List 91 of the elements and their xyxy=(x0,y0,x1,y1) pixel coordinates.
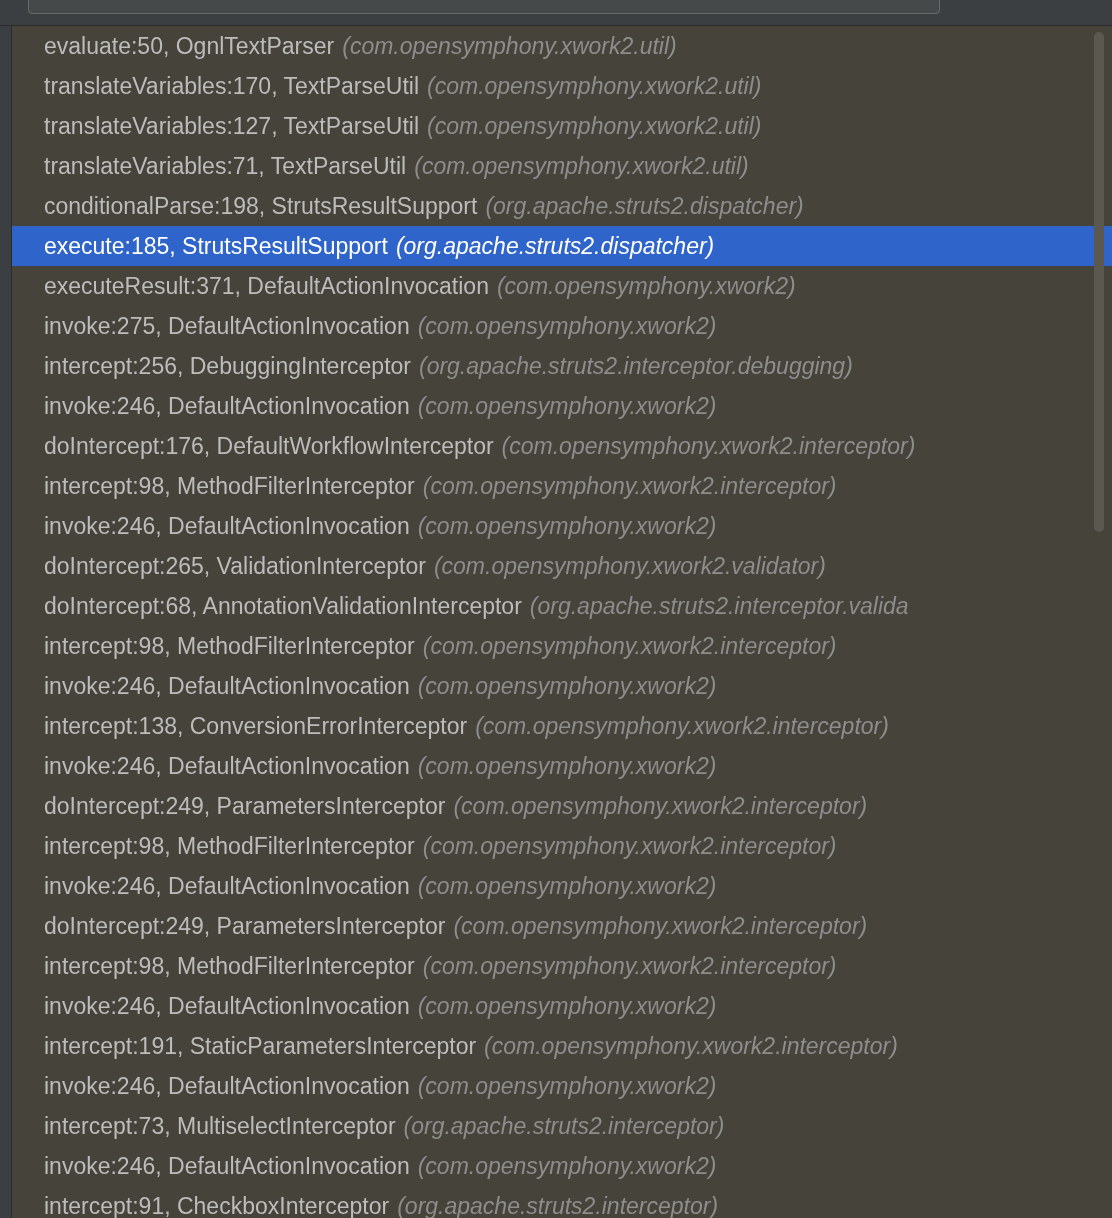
frame-method: invoke:246, DefaultActionInvocation xyxy=(44,1152,410,1180)
stack-frame-row[interactable]: invoke:246, DefaultActionInvocation (com.opensymphony.xwork2) xyxy=(12,386,1112,426)
frame-package: (com.opensymphony.xwork2.interceptor) xyxy=(475,712,889,740)
frame-package: (com.opensymphony.xwork2.interceptor) xyxy=(453,792,868,820)
frame-method: doIntercept:249, ParametersInterceptor xyxy=(44,792,446,820)
stack-frame-row[interactable]: evaluate:50, OgnlTextParser (com.opensymphony.xwork2.util) xyxy=(12,26,1112,66)
frame-method: translateVariables:127, TextParseUtil xyxy=(44,112,419,140)
stack-frame-row[interactable]: invoke:246, DefaultActionInvocation (com.opensymphony.xwork2) xyxy=(12,746,1112,786)
frame-package: (org.apache.struts2.dispatcher) xyxy=(485,192,804,220)
stack-frame-row[interactable]: doIntercept:176, DefaultWorkflowInterceptor (com.opensymphony.xwork2.interceptor) xyxy=(12,426,1112,466)
frame-package: (com.opensymphony.xwork2.interceptor) xyxy=(453,912,868,940)
frame-package: (com.opensymphony.xwork2) xyxy=(417,752,717,780)
stack-frame-row[interactable]: invoke:246, DefaultActionInvocation (com.opensymphony.xwork2) xyxy=(12,666,1112,706)
scrollbar-thumb[interactable] xyxy=(1094,32,1104,532)
stack-frame-row[interactable]: doIntercept:265, ValidationInterceptor (com.opensymphony.xwork2.validator) xyxy=(12,546,1112,586)
frame-package: (com.opensymphony.xwork2) xyxy=(417,312,717,340)
stack-frame-row[interactable]: invoke:246, DefaultActionInvocation (com.opensymphony.xwork2) xyxy=(12,866,1112,906)
frame-package: (com.opensymphony.xwork2.interceptor) xyxy=(501,432,916,460)
frame-method: invoke:275, DefaultActionInvocation xyxy=(44,312,410,340)
stack-frame-row[interactable]: invoke:246, DefaultActionInvocation (com.opensymphony.xwork2) xyxy=(12,1146,1112,1186)
frame-package: (com.opensymphony.xwork2.validator) xyxy=(433,552,826,580)
frame-method: translateVariables:170, TextParseUtil xyxy=(44,72,419,100)
frame-method: invoke:246, DefaultActionInvocation xyxy=(44,992,410,1020)
frame-package: (com.opensymphony.xwork2) xyxy=(496,272,796,300)
frame-method: doIntercept:68, AnnotationValidationInterceptor xyxy=(44,592,522,620)
frame-method: invoke:246, DefaultActionInvocation xyxy=(44,512,410,540)
frame-method: execute:185, StrutsResultSupport xyxy=(44,232,388,260)
frame-method: doIntercept:249, ParametersInterceptor xyxy=(44,912,446,940)
frame-method: intercept:73, MultiselectInterceptor xyxy=(44,1112,396,1140)
frame-method: intercept:98, MethodFilterInterceptor xyxy=(44,832,415,860)
frame-package: (com.opensymphony.xwork2.util) xyxy=(427,112,762,140)
frame-method: executeResult:371, DefaultActionInvocation xyxy=(44,272,489,300)
frame-method: conditionalParse:198, StrutsResultSupport xyxy=(44,192,478,220)
frame-method: intercept:91, CheckboxInterceptor xyxy=(44,1192,390,1218)
frame-method: intercept:191, StaticParametersInterceptor xyxy=(44,1032,477,1060)
stack-frame-row[interactable]: translateVariables:127, TextParseUtil (com.opensymphony.xwork2.util) xyxy=(12,106,1112,146)
frame-method: invoke:246, DefaultActionInvocation xyxy=(44,1072,410,1100)
frame-package: (org.apache.struts2.dispatcher) xyxy=(395,232,715,260)
stack-frame-row[interactable]: translateVariables:71, TextParseUtil (com.opensymphony.xwork2.util) xyxy=(12,146,1112,186)
frame-package: (org.apache.struts2.interceptor.valida xyxy=(529,592,909,620)
frame-package: (com.opensymphony.xwork2) xyxy=(417,672,717,700)
stack-frame-row[interactable]: execute:185, StrutsResultSupport (org.apache.struts2.dispatcher) xyxy=(12,226,1112,266)
frame-package: (com.opensymphony.xwork2.interceptor) xyxy=(422,952,837,980)
stack-frame-row[interactable]: invoke:246, DefaultActionInvocation (com.opensymphony.xwork2) xyxy=(12,506,1112,546)
stack-frame-row[interactable]: doIntercept:68, AnnotationValidationInterceptor (org.apache.struts2.interceptor.valida xyxy=(12,586,1112,626)
frame-method: intercept:98, MethodFilterInterceptor xyxy=(44,472,415,500)
frame-package: (com.opensymphony.xwork2.interceptor) xyxy=(484,1032,898,1060)
frame-package: (com.opensymphony.xwork2) xyxy=(417,992,717,1020)
stack-frame-row[interactable]: intercept:98, MethodFilterInterceptor (com.opensymphony.xwork2.interceptor) xyxy=(12,466,1112,506)
frame-method: invoke:246, DefaultActionInvocation xyxy=(44,872,410,900)
stack-frame-row[interactable]: doIntercept:249, ParametersInterceptor (com.opensymphony.xwork2.interceptor) xyxy=(12,786,1112,826)
stack-frame-row[interactable]: invoke:275, DefaultActionInvocation (com.opensymphony.xwork2) xyxy=(12,306,1112,346)
frame-package: (com.opensymphony.xwork2.interceptor) xyxy=(422,632,837,660)
frame-package: (org.apache.struts2.interceptor.debugging) xyxy=(418,352,853,380)
stack-frame-row[interactable]: intercept:256, DebuggingInterceptor (org.apache.struts2.interceptor.debugging) xyxy=(12,346,1112,386)
frame-method: doIntercept:176, DefaultWorkflowInterceptor xyxy=(44,432,494,460)
stack-frame-row[interactable]: conditionalParse:198, StrutsResultSupport (org.apache.struts2.dispatcher) xyxy=(12,186,1112,226)
frame-package: (com.opensymphony.xwork2.util) xyxy=(427,72,762,100)
stack-frame-row[interactable]: invoke:246, DefaultActionInvocation (com.opensymphony.xwork2) xyxy=(12,986,1112,1026)
frame-package: (com.opensymphony.xwork2) xyxy=(417,1072,717,1100)
frame-package: (com.opensymphony.xwork2.interceptor) xyxy=(422,832,837,860)
frame-method: invoke:246, DefaultActionInvocation xyxy=(44,672,410,700)
frame-package: (com.opensymphony.xwork2) xyxy=(417,512,717,540)
frame-package: (org.apache.struts2.interceptor) xyxy=(397,1192,719,1218)
stack-frame-row[interactable]: intercept:98, MethodFilterInterceptor (com.opensymphony.xwork2.interceptor) xyxy=(12,946,1112,986)
frame-package: (com.opensymphony.xwork2) xyxy=(417,1152,717,1180)
stack-frame-row[interactable]: intercept:98, MethodFilterInterceptor (com.opensymphony.xwork2.interceptor) xyxy=(12,626,1112,666)
frame-method: intercept:98, MethodFilterInterceptor xyxy=(44,632,415,660)
frame-method: intercept:138, ConversionErrorInterceptor xyxy=(44,712,468,740)
stack-frame-row[interactable]: intercept:73, MultiselectInterceptor (org.apache.struts2.interceptor) xyxy=(12,1106,1112,1146)
frame-method: doIntercept:265, ValidationInterceptor xyxy=(44,552,426,580)
frame-method: translateVariables:71, TextParseUtil xyxy=(44,152,407,180)
frame-method: evaluate:50, OgnlTextParser xyxy=(44,32,335,60)
frame-method: intercept:98, MethodFilterInterceptor xyxy=(44,952,415,980)
stack-frame-row[interactable]: translateVariables:170, TextParseUtil (com.opensymphony.xwork2.util) xyxy=(12,66,1112,106)
frame-package: (org.apache.struts2.interceptor) xyxy=(403,1112,725,1140)
frame-package: (com.opensymphony.xwork2.interceptor) xyxy=(422,472,837,500)
stack-frame-row[interactable]: intercept:98, MethodFilterInterceptor (com.opensymphony.xwork2.interceptor) xyxy=(12,826,1112,866)
frame-method: intercept:256, DebuggingInterceptor xyxy=(44,352,411,380)
frame-method: invoke:246, DefaultActionInvocation xyxy=(44,392,410,420)
frame-package: (com.opensymphony.xwork2.util) xyxy=(342,32,677,60)
stack-frame-row[interactable]: intercept:138, ConversionErrorInterceptor (com.opensymphony.xwork2.interceptor) xyxy=(12,706,1112,746)
frame-package: (com.opensymphony.xwork2) xyxy=(417,872,717,900)
frame-method: invoke:246, DefaultActionInvocation xyxy=(44,752,410,780)
frame-package: (com.opensymphony.xwork2.util) xyxy=(414,152,749,180)
stack-frame-row[interactable]: doIntercept:249, ParametersInterceptor (com.opensymphony.xwork2.interceptor) xyxy=(12,906,1112,946)
stack-frame-row[interactable]: executeResult:371, DefaultActionInvocation (com.opensymphony.xwork2) xyxy=(12,266,1112,306)
stack-frame-row[interactable]: intercept:191, StaticParametersInterceptor (com.opensymphony.xwork2.interceptor) xyxy=(12,1026,1112,1066)
stack-frame-row[interactable]: intercept:91, CheckboxInterceptor (org.apache.struts2.interceptor) xyxy=(12,1186,1112,1218)
stack-frame-row[interactable]: invoke:246, DefaultActionInvocation (com.opensymphony.xwork2) xyxy=(12,1066,1112,1106)
frame-package: (com.opensymphony.xwork2) xyxy=(417,392,717,420)
